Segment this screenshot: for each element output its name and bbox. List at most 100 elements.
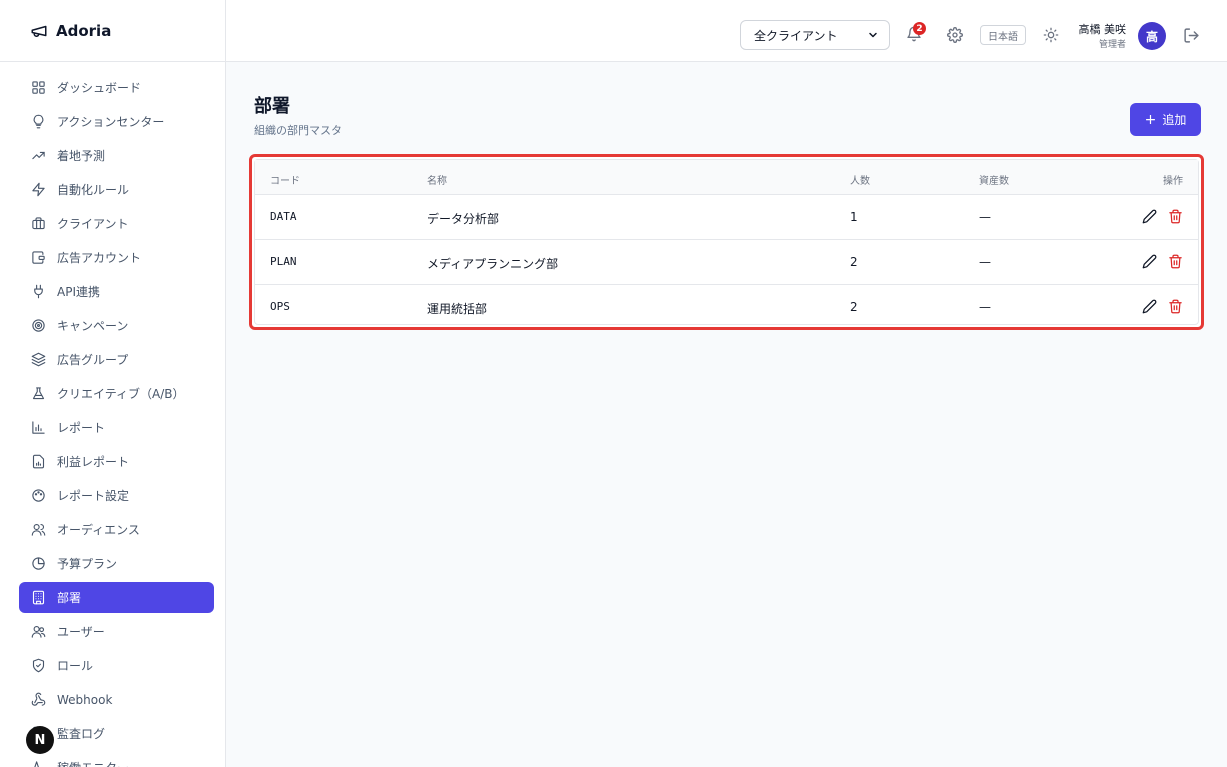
cell-assets: — xyxy=(979,255,991,269)
sidebar-item-14[interactable]: 予算プラン xyxy=(19,548,214,579)
cell-code: OPS xyxy=(270,300,290,313)
cell-assets: — xyxy=(979,300,991,314)
sidebar-item-0[interactable]: ダッシュボード xyxy=(19,72,214,103)
sidebar-item-15[interactable]: 部署 xyxy=(19,582,214,613)
app-name: Adoria xyxy=(56,21,112,40)
bar-chart-icon xyxy=(30,420,46,436)
sidebar-item-18[interactable]: Webhook xyxy=(19,684,214,715)
file-chart-icon xyxy=(30,454,46,470)
sidebar-item-8[interactable]: 広告グループ xyxy=(19,344,214,375)
avatar[interactable]: 高 xyxy=(1138,22,1166,50)
layers-icon xyxy=(30,352,46,368)
cell-code: PLAN xyxy=(270,255,297,268)
dev-overlay-badge[interactable]: N xyxy=(26,726,54,754)
header-code: コード xyxy=(270,176,300,187)
sidebar-item-label: API連携 xyxy=(57,285,100,299)
bolt-icon xyxy=(30,182,46,198)
user-name: 高橋 美咲 xyxy=(1078,23,1127,36)
sidebar-item-label: 監査ログ xyxy=(57,727,106,741)
flask-icon xyxy=(30,386,46,402)
sidebar-item-9[interactable]: クリエイティブ（A/B） xyxy=(19,378,214,409)
sidebar-item-label: 着地予測 xyxy=(57,149,106,163)
wallet-icon xyxy=(30,250,46,266)
trash-icon[interactable] xyxy=(1168,299,1183,314)
sidebar-item-label: 広告グループ xyxy=(57,353,129,367)
sun-icon[interactable] xyxy=(1043,27,1059,43)
sidebar-nav: ダッシュボードアクションセンター着地予測自動化ルール クライアント 広告アカウント A… xyxy=(0,62,225,767)
plug-icon xyxy=(30,284,46,300)
add-button-label: 追加 xyxy=(1162,113,1187,127)
sidebar-item-label: レポート設定 xyxy=(57,489,130,503)
user-role: 管理者 xyxy=(1098,40,1126,50)
palette-icon xyxy=(30,488,46,504)
sidebar-item-20[interactable]: 稼働モニター xyxy=(19,752,214,767)
sidebar-item-10[interactable]: レポート xyxy=(19,412,214,443)
sidebar-item-label: 利益レポート xyxy=(57,455,130,469)
trash-icon[interactable] xyxy=(1168,209,1183,224)
departments-table: コード 名称 人数 資産数 操作 DATA データ分析部 1 — PLAN メディアプラン… xyxy=(254,159,1199,325)
sidebar-item-label: クリエイティブ（A/B） xyxy=(57,387,185,401)
cell-assets: — xyxy=(979,210,991,224)
table-row: DATA データ分析部 1 — xyxy=(255,195,1198,240)
sidebar-item-label: オーディエンス xyxy=(57,523,140,537)
sidebar-item-label: クライアント xyxy=(57,217,129,231)
sidebar-item-7[interactable]: キャンペーン xyxy=(19,310,214,341)
sidebar-item-16[interactable]: ユーザー xyxy=(19,616,214,647)
sidebar-item-label: 広告アカウント xyxy=(57,251,142,265)
sidebar: Adoria ダッシュボードアクションセンター着地予測自動化ルール クライアント広… xyxy=(0,0,226,767)
header-members: 人数 xyxy=(850,176,870,187)
language-toggle[interactable]: 日本語 xyxy=(980,25,1026,45)
pencil-icon[interactable] xyxy=(1142,209,1157,224)
trending-icon xyxy=(30,148,46,164)
notification-badge: 2 xyxy=(913,22,926,35)
trash-icon[interactable] xyxy=(1168,254,1183,269)
sidebar-item-5[interactable]: 広告アカウント xyxy=(19,242,214,273)
megaphone-icon xyxy=(30,22,48,40)
cell-name: データ分析部 xyxy=(427,212,500,226)
building-icon xyxy=(30,590,46,606)
sidebar-item-11[interactable]: 利益レポート xyxy=(19,446,214,477)
add-button[interactable]: + 追加 xyxy=(1130,103,1201,136)
sidebar-item-label: Webhook xyxy=(57,692,113,707)
chevron-down-icon xyxy=(869,32,877,38)
sidebar-item-12[interactable]: レポート設定 xyxy=(19,480,214,511)
cell-members: 1 xyxy=(850,210,858,224)
cell-members: 2 xyxy=(850,300,858,314)
sidebar-item-label: レポート xyxy=(57,421,106,435)
sidebar-item-label: 自動化ルール xyxy=(57,183,130,197)
table-header: コード 名称 人数 資産数 操作 xyxy=(255,160,1198,195)
sidebar-item-label: ダッシュボード xyxy=(57,81,142,95)
plus-icon: + xyxy=(1144,111,1157,128)
sidebar-item-label: 稼働モニター xyxy=(57,759,129,767)
sidebar-item-13[interactable]: オーディエンス xyxy=(19,514,214,545)
dashboard-icon xyxy=(30,80,46,96)
webhook-icon xyxy=(30,692,46,708)
pencil-icon[interactable] xyxy=(1142,299,1157,314)
sidebar-item-label: キャンペーン xyxy=(57,319,129,333)
sidebar-item-label: 予算プラン xyxy=(57,557,118,571)
page-subtitle: 組織の部門マスタ xyxy=(254,124,342,137)
sidebar-item-3[interactable]: 自動化ルール xyxy=(19,174,214,205)
briefcase-icon xyxy=(30,216,46,232)
brand[interactable]: Adoria xyxy=(0,0,225,62)
sidebar-item-4[interactable]: クライアント xyxy=(19,208,214,239)
target-icon xyxy=(30,318,46,334)
gear-icon[interactable] xyxy=(947,27,963,43)
sidebar-item-label: ユーザー xyxy=(57,625,105,639)
pencil-icon[interactable] xyxy=(1142,254,1157,269)
cell-code: DATA xyxy=(270,210,297,223)
table-row: PLAN メディアプランニング部 2 — xyxy=(255,240,1198,285)
sidebar-item-2[interactable]: 着地予測 xyxy=(19,140,214,171)
sidebar-item-1[interactable]: アクションセンター xyxy=(19,106,214,137)
pie-chart-icon xyxy=(30,556,46,572)
sidebar-item-6[interactable]: API連携 xyxy=(19,276,214,307)
page-title: 部署 xyxy=(254,96,290,117)
sidebar-item-label: 部署 xyxy=(57,591,82,605)
sidebar-item-label: ロール xyxy=(57,659,94,673)
topbar: 全クライアント 2 日本語 高橋 美咲 管理者 高 xyxy=(226,0,1227,62)
lightbulb-icon xyxy=(30,114,46,130)
logout-icon[interactable] xyxy=(1183,27,1200,44)
departments-table-highlight: コード 名称 人数 資産数 操作 DATA データ分析部 1 — PLAN メディアプラン… xyxy=(249,154,1204,330)
client-select[interactable]: 全クライアント xyxy=(740,20,890,50)
sidebar-item-17[interactable]: ロール xyxy=(19,650,214,681)
